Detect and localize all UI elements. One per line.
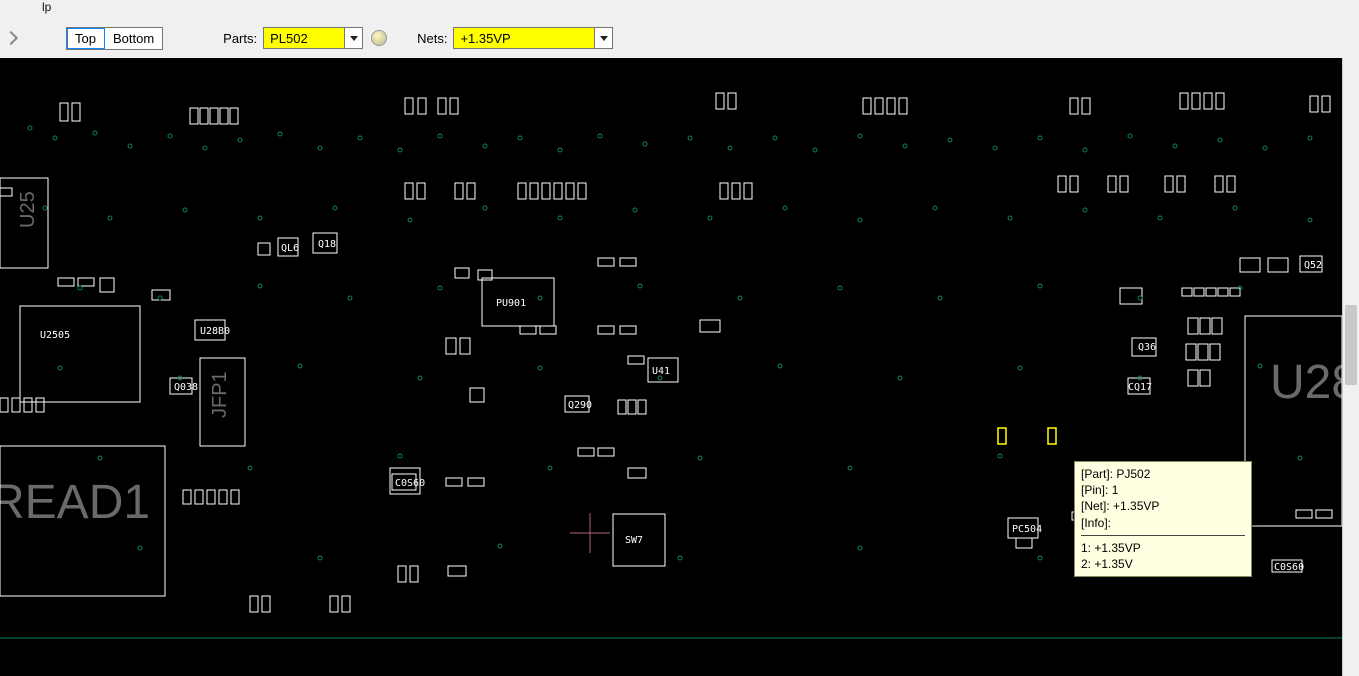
chevron-down-icon[interactable] [344, 28, 362, 48]
label-cos6: C0S60 [395, 478, 425, 489]
label-pc504: PC504 [1012, 524, 1042, 535]
label-q38: Q038 [174, 382, 198, 393]
board-canvas[interactable]: READ1 U28 U25 JFP1 U2505 PU901 SW7 U41 [0, 58, 1342, 676]
toolbar: Top Bottom Parts: PL502 Nets: +1.35VP [0, 18, 1359, 58]
label-q29: Q290 [568, 400, 592, 411]
parts-label: Parts: [223, 31, 257, 46]
label-cq17: CQ17 [1128, 382, 1152, 393]
nets-label: Nets: [417, 31, 447, 46]
label-pu901: PU901 [496, 298, 526, 309]
menu-help[interactable]: lp [42, 0, 51, 14]
menubar-fragment: lp [0, 0, 1359, 18]
comp-u28[interactable] [1245, 316, 1342, 526]
label-q52: Q52 [1304, 260, 1322, 271]
nets-combobox[interactable]: +1.35VP [453, 27, 613, 49]
tip-pin-label: [Pin]: [1081, 483, 1108, 497]
text-read1: READ1 [0, 476, 150, 529]
label-u28b: U28B0 [200, 326, 230, 337]
tip-line2: 2: +1.35V [1081, 556, 1245, 572]
tip-pin-value: 1 [1112, 483, 1119, 497]
label-q18: Q18 [318, 239, 336, 250]
label-u2505: U2505 [40, 330, 70, 341]
text-u28: U28 [1270, 356, 1342, 409]
parts-value: PL502 [264, 28, 344, 48]
label-sw7: SW7 [625, 535, 643, 546]
board-svg: READ1 U28 U25 JFP1 U2505 PU901 SW7 U41 [0, 58, 1342, 676]
nets-value: +1.35VP [454, 28, 594, 48]
label-ql6: QL6 [281, 243, 299, 254]
tooltip-divider [1081, 535, 1245, 536]
next-icon[interactable] [4, 31, 18, 45]
text-u25: U25 [17, 191, 39, 228]
layer-toggle: Top Bottom [66, 27, 163, 50]
text-jfp1: JFP1 [209, 371, 231, 418]
label-cos7: C0S60 [1274, 562, 1304, 573]
part-info-tooltip: [Part]: PJ502 [Pin]: 1 [Net]: +1.35VP [I… [1074, 461, 1252, 577]
comp-u2505[interactable] [20, 306, 140, 402]
chevron-down-icon[interactable] [594, 28, 612, 48]
label-u41: U41 [652, 366, 670, 377]
parts-combobox[interactable]: PL502 [263, 27, 363, 49]
tip-line1: 1: +1.35VP [1081, 540, 1245, 556]
tip-part-value: PJ502 [1116, 467, 1150, 481]
label-q36: Q36 [1138, 342, 1156, 353]
scrollbar-thumb[interactable] [1345, 305, 1357, 385]
tip-info-label: [Info]: [1081, 516, 1111, 530]
lightbulb-icon[interactable] [371, 30, 387, 46]
highlight-pad-2[interactable] [1048, 428, 1056, 444]
crosshair-icon [570, 513, 610, 553]
tip-net-label: [Net]: [1081, 499, 1110, 513]
layer-top-button[interactable]: Top [67, 28, 105, 49]
vertical-scrollbar[interactable] [1342, 58, 1359, 676]
layer-bottom-button[interactable]: Bottom [105, 28, 162, 49]
tip-part-label: [Part]: [1081, 467, 1113, 481]
highlight-pad-1[interactable] [998, 428, 1006, 444]
tip-net-value: +1.35VP [1113, 499, 1159, 513]
